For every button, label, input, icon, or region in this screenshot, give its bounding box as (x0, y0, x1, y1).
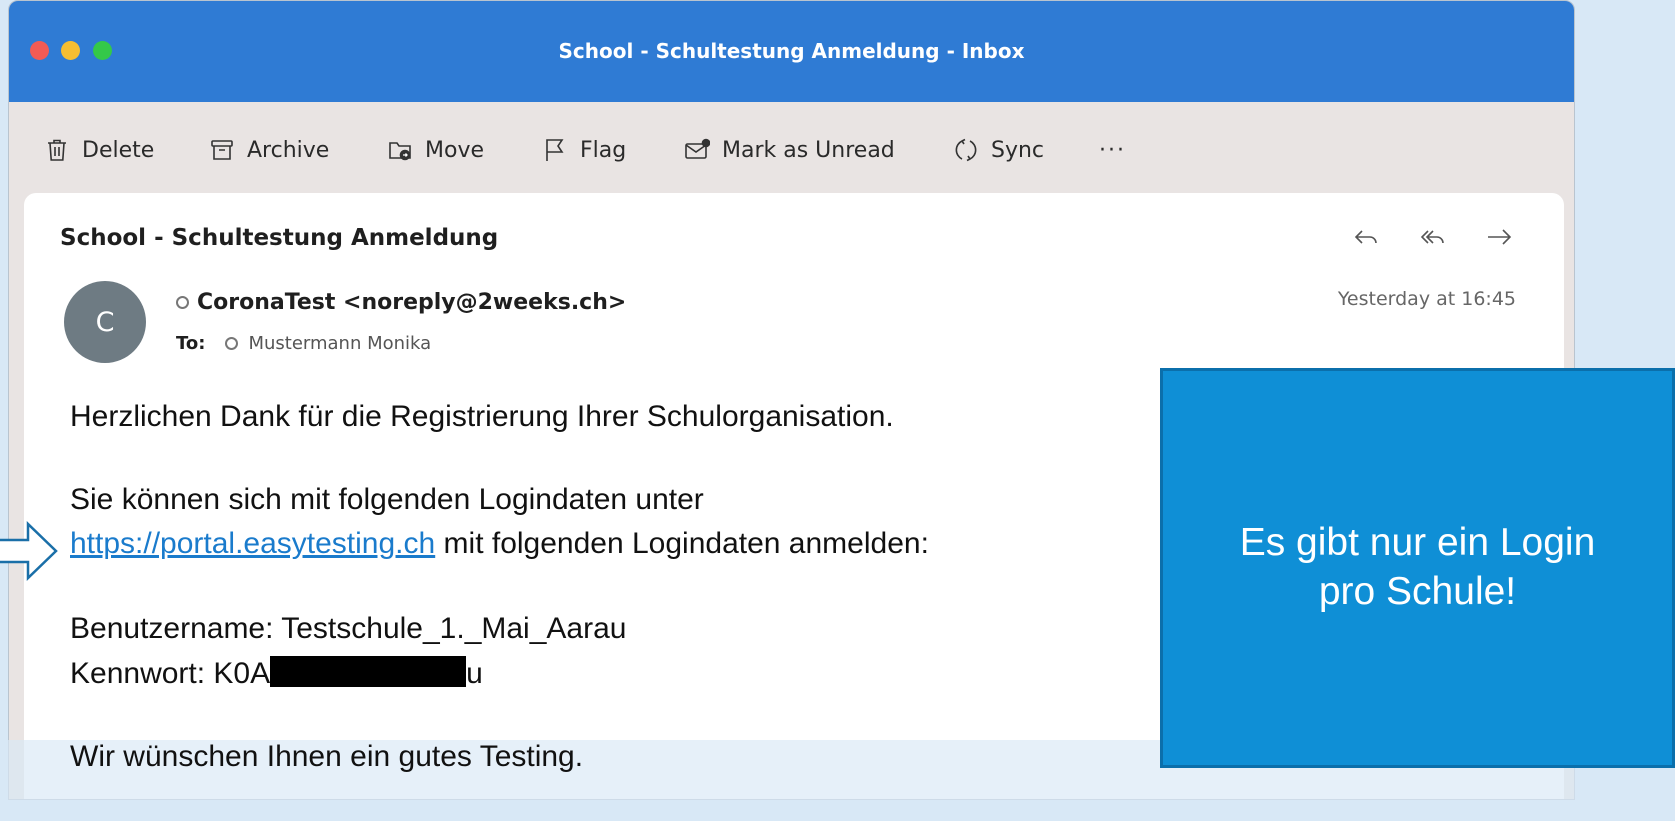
message-actions (1352, 223, 1514, 251)
sync-icon (955, 138, 977, 162)
message-subject: School - Schultestung Anmeldung (60, 225, 499, 251)
sync-button[interactable]: Sync (953, 132, 1044, 168)
callout-box: Es gibt nur ein Login pro Schule! (1160, 368, 1675, 768)
envelope-unread-icon (685, 138, 710, 159)
page: School - Schultestung Anmeldung - Inbox … (0, 0, 1675, 821)
trash-icon (48, 139, 66, 161)
body-wish: Wir wünschen Ihnen ein gutes Testing. (70, 740, 584, 773)
recipient-line: To: Mustermann Monika (176, 333, 431, 354)
folder-move-icon (389, 142, 411, 161)
mark-as-unread-label: Mark as Unread (722, 137, 895, 163)
flag-button[interactable]: Flag (542, 132, 626, 168)
password-prefix: Kennwort: K0A (70, 657, 271, 690)
callout-text: Es gibt nur ein Login pro Schule! (1239, 521, 1596, 613)
more-icon: ··· (1099, 137, 1126, 163)
body-thanks: Herzlichen Dank für die Registrierung Ih… (70, 400, 894, 433)
forward-icon[interactable] (1484, 223, 1514, 251)
archive-icon (211, 140, 233, 160)
move-label: Move (425, 137, 484, 163)
recipient-name[interactable]: Mustermann Monika (248, 333, 431, 354)
reply-icon[interactable] (1352, 223, 1382, 251)
sync-label: Sync (991, 137, 1045, 163)
mark-as-unread-button[interactable]: Mark as Unread (684, 132, 895, 168)
move-button[interactable]: Move (387, 132, 484, 168)
sender-status-icon (176, 296, 189, 309)
archive-button[interactable]: Archive (209, 132, 329, 168)
archive-label: Archive (247, 137, 330, 163)
body-username: Benutzername: Testschule_1._Mai_Aarau (70, 612, 627, 645)
toolbar: Delete Archive Move Flag Mark as Unread … (9, 102, 1574, 194)
more-options-button[interactable]: ··· (1099, 132, 1126, 168)
delete-label: Delete (82, 137, 155, 163)
flag-label: Flag (580, 137, 627, 163)
body-password-line: Kennwort: K0A u (70, 656, 483, 691)
to-label: To: (176, 333, 206, 354)
sender-line[interactable]: CoronaTest <noreply@2weeks.ch> (176, 290, 626, 315)
recipient-status-icon (225, 337, 239, 350)
title-bar: School - Schultestung Anmeldung - Inbox (9, 1, 1574, 102)
body-link-line: https://portal.easytesting.ch mit folgen… (70, 527, 929, 561)
body-intro: Sie können sich mit folgenden Logindaten… (70, 483, 704, 516)
link-suffix: mit folgenden Logindaten anmelden: (435, 527, 929, 560)
delete-button[interactable]: Delete (44, 132, 154, 168)
pointer-arrow-icon (0, 521, 58, 581)
password-suffix: u (466, 657, 483, 690)
sender-avatar: C (64, 281, 146, 363)
reply-all-icon[interactable] (1418, 223, 1448, 251)
password-redaction (270, 656, 467, 687)
portal-link[interactable]: https://portal.easytesting.ch (70, 527, 435, 560)
sender-name[interactable]: CoronaTest <noreply@2weeks.ch> (197, 290, 626, 315)
window-title: School - Schultestung Anmeldung - Inbox (558, 39, 1025, 63)
message-date: Yesterday at 16:45 (1337, 288, 1516, 310)
flag-icon (546, 139, 564, 161)
